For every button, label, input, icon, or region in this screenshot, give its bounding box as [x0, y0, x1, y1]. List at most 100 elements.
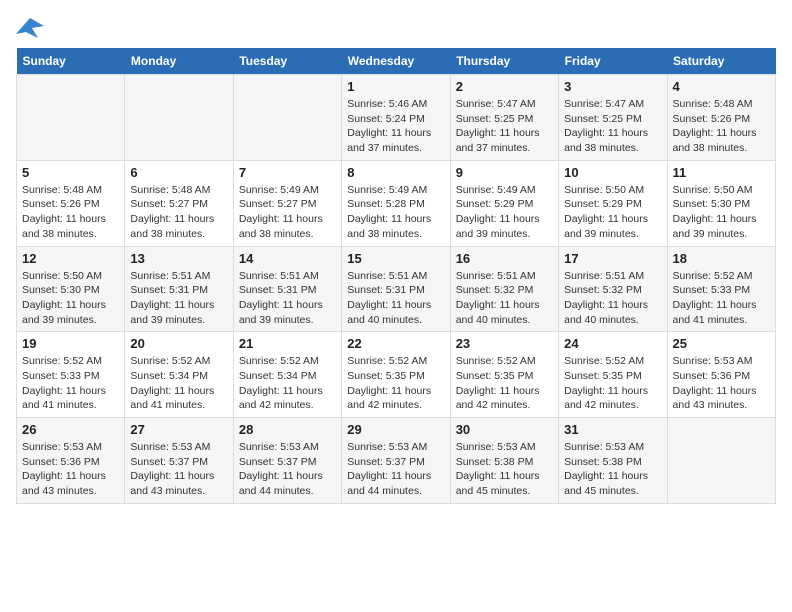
- calendar-cell: 31 Sunrise: 5:53 AMSunset: 5:38 PMDayligh…: [559, 418, 667, 504]
- header-day-tuesday: Tuesday: [233, 48, 341, 75]
- day-number: 14: [239, 251, 336, 266]
- day-number: 28: [239, 422, 336, 437]
- logo: [16, 16, 48, 38]
- day-info: Sunrise: 5:52 AMSunset: 5:35 PMDaylight:…: [347, 354, 444, 413]
- calendar-header: SundayMondayTuesdayWednesdayThursdayFrid…: [17, 48, 776, 75]
- calendar-cell: 20 Sunrise: 5:52 AMSunset: 5:34 PMDayligh…: [125, 332, 233, 418]
- day-info: Sunrise: 5:52 AMSunset: 5:35 PMDaylight:…: [456, 354, 553, 413]
- header-day-monday: Monday: [125, 48, 233, 75]
- calendar-cell: [233, 75, 341, 161]
- day-number: 30: [456, 422, 553, 437]
- calendar-table: SundayMondayTuesdayWednesdayThursdayFrid…: [16, 48, 776, 504]
- calendar-cell: 18 Sunrise: 5:52 AMSunset: 5:33 PMDayligh…: [667, 246, 775, 332]
- calendar-week-4: 19 Sunrise: 5:52 AMSunset: 5:33 PMDayligh…: [17, 332, 776, 418]
- day-info: Sunrise: 5:52 AMSunset: 5:33 PMDaylight:…: [673, 269, 770, 328]
- day-info: Sunrise: 5:52 AMSunset: 5:34 PMDaylight:…: [130, 354, 227, 413]
- day-info: Sunrise: 5:49 AMSunset: 5:29 PMDaylight:…: [456, 183, 553, 242]
- day-info: Sunrise: 5:53 AMSunset: 5:37 PMDaylight:…: [130, 440, 227, 499]
- day-info: Sunrise: 5:52 AMSunset: 5:34 PMDaylight:…: [239, 354, 336, 413]
- day-info: Sunrise: 5:52 AMSunset: 5:33 PMDaylight:…: [22, 354, 119, 413]
- calendar-cell: 17 Sunrise: 5:51 AMSunset: 5:32 PMDayligh…: [559, 246, 667, 332]
- calendar-cell: 8Sunrise: 5:49 AMSunset: 5:28 PMDaylight…: [342, 160, 450, 246]
- calendar-cell: 9 Sunrise: 5:49 AMSunset: 5:29 PMDaylight…: [450, 160, 558, 246]
- calendar-cell: 2Sunrise: 5:47 AMSunset: 5:25 PMDaylight…: [450, 75, 558, 161]
- calendar-cell: 1 Sunrise: 5:46 AMSunset: 5:24 PMDaylight…: [342, 75, 450, 161]
- day-number: 21: [239, 336, 336, 351]
- calendar-cell: 16 Sunrise: 5:51 AMSunset: 5:32 PMDayligh…: [450, 246, 558, 332]
- day-number: 31: [564, 422, 661, 437]
- day-info: Sunrise: 5:51 AMSunset: 5:31 PMDaylight:…: [130, 269, 227, 328]
- day-info: Sunrise: 5:51 AMSunset: 5:31 PMDaylight:…: [347, 269, 444, 328]
- day-info: Sunrise: 5:47 AMSunset: 5:25 PMDaylight:…: [564, 97, 661, 156]
- logo-icon: [16, 16, 44, 38]
- calendar-body: 1 Sunrise: 5:46 AMSunset: 5:24 PMDaylight…: [17, 75, 776, 504]
- day-number: 16: [456, 251, 553, 266]
- calendar-cell: 23 Sunrise: 5:52 AMSunset: 5:35 PMDayligh…: [450, 332, 558, 418]
- day-number: 24: [564, 336, 661, 351]
- day-info: Sunrise: 5:51 AMSunset: 5:32 PMDaylight:…: [564, 269, 661, 328]
- calendar-cell: 6 Sunrise: 5:48 AMSunset: 5:27 PMDaylight…: [125, 160, 233, 246]
- day-info: Sunrise: 5:50 AMSunset: 5:29 PMDaylight:…: [564, 183, 661, 242]
- day-info: Sunrise: 5:53 AMSunset: 5:37 PMDaylight:…: [347, 440, 444, 499]
- day-number: 17: [564, 251, 661, 266]
- calendar-cell: 14 Sunrise: 5:51 AMSunset: 5:31 PMDayligh…: [233, 246, 341, 332]
- day-info: Sunrise: 5:51 AMSunset: 5:32 PMDaylight:…: [456, 269, 553, 328]
- day-info: Sunrise: 5:49 AMSunset: 5:27 PMDaylight:…: [239, 183, 336, 242]
- calendar-cell: 5Sunrise: 5:48 AMSunset: 5:26 PMDaylight…: [17, 160, 125, 246]
- header-day-friday: Friday: [559, 48, 667, 75]
- calendar-cell: 22Sunrise: 5:52 AMSunset: 5:35 PMDayligh…: [342, 332, 450, 418]
- calendar-cell: 27 Sunrise: 5:53 AMSunset: 5:37 PMDayligh…: [125, 418, 233, 504]
- calendar-week-1: 1 Sunrise: 5:46 AMSunset: 5:24 PMDaylight…: [17, 75, 776, 161]
- day-info: Sunrise: 5:46 AMSunset: 5:24 PMDaylight:…: [347, 97, 444, 156]
- day-number: 20: [130, 336, 227, 351]
- day-info: Sunrise: 5:48 AMSunset: 5:26 PMDaylight:…: [673, 97, 770, 156]
- day-info: Sunrise: 5:50 AMSunset: 5:30 PMDaylight:…: [22, 269, 119, 328]
- day-number: 27: [130, 422, 227, 437]
- day-info: Sunrise: 5:53 AMSunset: 5:38 PMDaylight:…: [456, 440, 553, 499]
- calendar-cell: 26Sunrise: 5:53 AMSunset: 5:36 PMDayligh…: [17, 418, 125, 504]
- day-info: Sunrise: 5:49 AMSunset: 5:28 PMDaylight:…: [347, 183, 444, 242]
- day-number: 11: [673, 165, 770, 180]
- day-number: 19: [22, 336, 119, 351]
- header-row: SundayMondayTuesdayWednesdayThursdayFrid…: [17, 48, 776, 75]
- calendar-week-3: 12 Sunrise: 5:50 AMSunset: 5:30 PMDayligh…: [17, 246, 776, 332]
- day-number: 1: [347, 79, 444, 94]
- calendar-cell: 29Sunrise: 5:53 AMSunset: 5:37 PMDayligh…: [342, 418, 450, 504]
- calendar-cell: 21 Sunrise: 5:52 AMSunset: 5:34 PMDayligh…: [233, 332, 341, 418]
- calendar-cell: 15 Sunrise: 5:51 AMSunset: 5:31 PMDayligh…: [342, 246, 450, 332]
- day-number: 5: [22, 165, 119, 180]
- day-info: Sunrise: 5:53 AMSunset: 5:38 PMDaylight:…: [564, 440, 661, 499]
- day-number: 10: [564, 165, 661, 180]
- calendar-cell: 13 Sunrise: 5:51 AMSunset: 5:31 PMDayligh…: [125, 246, 233, 332]
- day-number: 13: [130, 251, 227, 266]
- day-info: Sunrise: 5:48 AMSunset: 5:27 PMDaylight:…: [130, 183, 227, 242]
- calendar-cell: [667, 418, 775, 504]
- day-info: Sunrise: 5:47 AMSunset: 5:25 PMDaylight:…: [456, 97, 553, 156]
- calendar-week-5: 26Sunrise: 5:53 AMSunset: 5:36 PMDayligh…: [17, 418, 776, 504]
- calendar-cell: 3 Sunrise: 5:47 AMSunset: 5:25 PMDaylight…: [559, 75, 667, 161]
- day-number: 3: [564, 79, 661, 94]
- calendar-cell: 25Sunrise: 5:53 AMSunset: 5:36 PMDayligh…: [667, 332, 775, 418]
- day-number: 12: [22, 251, 119, 266]
- day-number: 26: [22, 422, 119, 437]
- day-info: Sunrise: 5:52 AMSunset: 5:35 PMDaylight:…: [564, 354, 661, 413]
- calendar-cell: 19 Sunrise: 5:52 AMSunset: 5:33 PMDayligh…: [17, 332, 125, 418]
- header-day-wednesday: Wednesday: [342, 48, 450, 75]
- day-number: 23: [456, 336, 553, 351]
- calendar-cell: 28Sunrise: 5:53 AMSunset: 5:37 PMDayligh…: [233, 418, 341, 504]
- header-day-thursday: Thursday: [450, 48, 558, 75]
- calendar-cell: 10 Sunrise: 5:50 AMSunset: 5:29 PMDayligh…: [559, 160, 667, 246]
- day-number: 7: [239, 165, 336, 180]
- calendar-cell: 4 Sunrise: 5:48 AMSunset: 5:26 PMDaylight…: [667, 75, 775, 161]
- day-number: 15: [347, 251, 444, 266]
- calendar-cell: [17, 75, 125, 161]
- header-day-sunday: Sunday: [17, 48, 125, 75]
- day-number: 18: [673, 251, 770, 266]
- day-info: Sunrise: 5:50 AMSunset: 5:30 PMDaylight:…: [673, 183, 770, 242]
- day-number: 9: [456, 165, 553, 180]
- day-number: 6: [130, 165, 227, 180]
- calendar-cell: 24 Sunrise: 5:52 AMSunset: 5:35 PMDayligh…: [559, 332, 667, 418]
- day-number: 4: [673, 79, 770, 94]
- day-info: Sunrise: 5:53 AMSunset: 5:36 PMDaylight:…: [673, 354, 770, 413]
- day-info: Sunrise: 5:51 AMSunset: 5:31 PMDaylight:…: [239, 269, 336, 328]
